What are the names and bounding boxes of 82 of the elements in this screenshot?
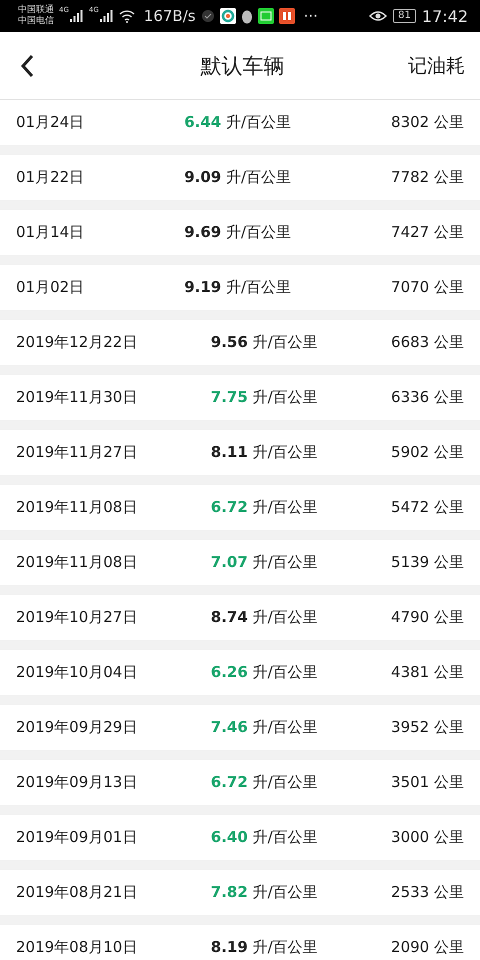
fuel-record-row[interactable]: 2019年11月30日 7.75 升/百公里 6336 公里 — [0, 375, 480, 420]
odometer-reading: 3000 公里 — [391, 828, 464, 847]
fuel-record-row[interactable]: 2019年10月04日 6.26 升/百公里 4381 公里 — [0, 650, 480, 695]
odometer-reading: 4381 公里 — [391, 663, 464, 682]
fuel-consumption: 8.74 升/百公里 — [210, 608, 318, 627]
fuel-consumption: 8.19 升/百公里 — [210, 938, 318, 957]
back-icon — [20, 54, 34, 78]
app-icon — [278, 8, 295, 24]
app-icon — [220, 8, 236, 24]
check-icon — [200, 9, 215, 23]
fuel-record-row[interactable]: 2019年09月29日 7.46 升/百公里 3952 公里 — [0, 705, 480, 750]
odometer-reading: 7070 公里 — [391, 278, 464, 297]
page-title: 默认车辆 — [200, 52, 284, 80]
odometer-reading: 2533 公里 — [391, 883, 464, 902]
signal-icon — [100, 10, 114, 22]
record-date: 2019年10月27日 — [16, 608, 138, 627]
odometer-reading: 3952 公里 — [391, 718, 464, 737]
record-date: 2019年11月08日 — [16, 498, 138, 517]
fuel-record-row[interactable]: 2019年09月13日 6.72 升/百公里 3501 公里 — [0, 760, 480, 805]
battery-level: 81 — [393, 9, 416, 23]
fuel-consumption: 6.72 升/百公里 — [210, 773, 318, 792]
fuel-consumption: 9.09 升/百公里 — [184, 168, 292, 187]
fuel-record-row[interactable]: 2019年11月08日 6.72 升/百公里 5472 公里 — [0, 485, 480, 530]
odometer-reading: 3501 公里 — [391, 773, 464, 792]
fuel-consumption: 7.46 升/百公里 — [210, 718, 318, 737]
fuel-record-row[interactable]: 01月24日 6.44 升/百公里 8302 公里 — [0, 100, 480, 145]
back-button[interactable] — [20, 54, 34, 78]
fuel-consumption: 8.11 升/百公里 — [210, 443, 318, 462]
fuel-record-row[interactable]: 2019年08月10日 8.19 升/百公里 2090 公里 — [0, 925, 480, 960]
record-date: 01月24日 — [16, 113, 84, 132]
fuel-record-row[interactable]: 2019年12月22日 9.56 升/百公里 6683 公里 — [0, 320, 480, 365]
record-date: 2019年11月30日 — [16, 388, 138, 407]
wifi-icon — [118, 10, 135, 22]
fuel-consumption: 9.69 升/百公里 — [184, 223, 292, 242]
carrier-name: 中国联通 — [18, 5, 54, 16]
network-speed: 167B/s — [144, 7, 196, 25]
odometer-reading: 6683 公里 — [391, 333, 464, 352]
record-date: 01月14日 — [16, 223, 84, 242]
fuel-record-row[interactable]: 01月22日 9.09 升/百公里 7782 公里 — [0, 155, 480, 200]
record-date: 2019年09月13日 — [16, 773, 138, 792]
fuel-record-row[interactable]: 01月02日 9.19 升/百公里 7070 公里 — [0, 265, 480, 310]
odometer-reading: 7427 公里 — [391, 223, 464, 242]
eye-icon — [369, 10, 388, 22]
record-date: 01月02日 — [16, 278, 84, 297]
fuel-record-row[interactable]: 2019年10月27日 8.74 升/百公里 4790 公里 — [0, 595, 480, 640]
fuel-consumption: 6.26 升/百公里 — [210, 663, 318, 682]
fuel-record-row[interactable]: 2019年11月27日 8.11 升/百公里 5902 公里 — [0, 430, 480, 475]
carrier-name: 中国电信 — [18, 16, 54, 27]
record-date: 01月22日 — [16, 168, 84, 187]
fuel-consumption: 6.40 升/百公里 — [210, 828, 318, 847]
odometer-reading: 5902 公里 — [391, 443, 464, 462]
fuel-consumption: 7.82 升/百公里 — [210, 883, 318, 902]
record-date: 2019年09月01日 — [16, 828, 138, 847]
odometer-reading: 2090 公里 — [391, 938, 464, 957]
record-fuel-button[interactable]: 记油耗 — [408, 52, 465, 78]
record-date: 2019年11月08日 — [16, 553, 138, 572]
odometer-reading: 4790 公里 — [391, 608, 464, 627]
record-date: 2019年08月21日 — [16, 883, 138, 902]
fuel-consumption: 6.44 升/百公里 — [184, 113, 292, 132]
fuel-record-row[interactable]: 01月14日 9.69 升/百公里 7427 公里 — [0, 210, 480, 255]
odometer-reading: 8302 公里 — [391, 113, 464, 132]
clock-time: 17:42 — [422, 6, 468, 26]
signal-icon — [70, 10, 84, 22]
odometer-reading: 6336 公里 — [391, 388, 464, 407]
record-date: 2019年08月10日 — [16, 938, 138, 957]
fuel-consumption: 9.19 升/百公里 — [184, 278, 292, 297]
fuel-consumption: 9.56 升/百公里 — [210, 333, 318, 352]
record-date: 2019年11月27日 — [16, 443, 138, 462]
fuel-consumption: 7.75 升/百公里 — [210, 388, 318, 407]
record-date: 2019年12月22日 — [16, 333, 138, 352]
fuel-record-row[interactable]: 2019年09月01日 6.40 升/百公里 3000 公里 — [0, 815, 480, 860]
odometer-reading: 5472 公里 — [391, 498, 464, 517]
tv-icon — [258, 8, 274, 24]
fuel-consumption: 7.07 升/百公里 — [210, 553, 318, 572]
fuel-record-row[interactable]: 2019年11月08日 7.07 升/百公里 5139 公里 — [0, 540, 480, 585]
fuel-record-row[interactable]: 2019年08月21日 7.82 升/百公里 2533 公里 — [0, 870, 480, 915]
odometer-reading: 7782 公里 — [391, 168, 464, 187]
record-date: 2019年10月04日 — [16, 663, 138, 682]
odometer-reading: 5139 公里 — [391, 553, 464, 572]
more-notifications: ··· — [304, 7, 318, 25]
record-date: 2019年09月29日 — [16, 718, 138, 737]
fuel-consumption: 6.72 升/百公里 — [210, 498, 318, 517]
